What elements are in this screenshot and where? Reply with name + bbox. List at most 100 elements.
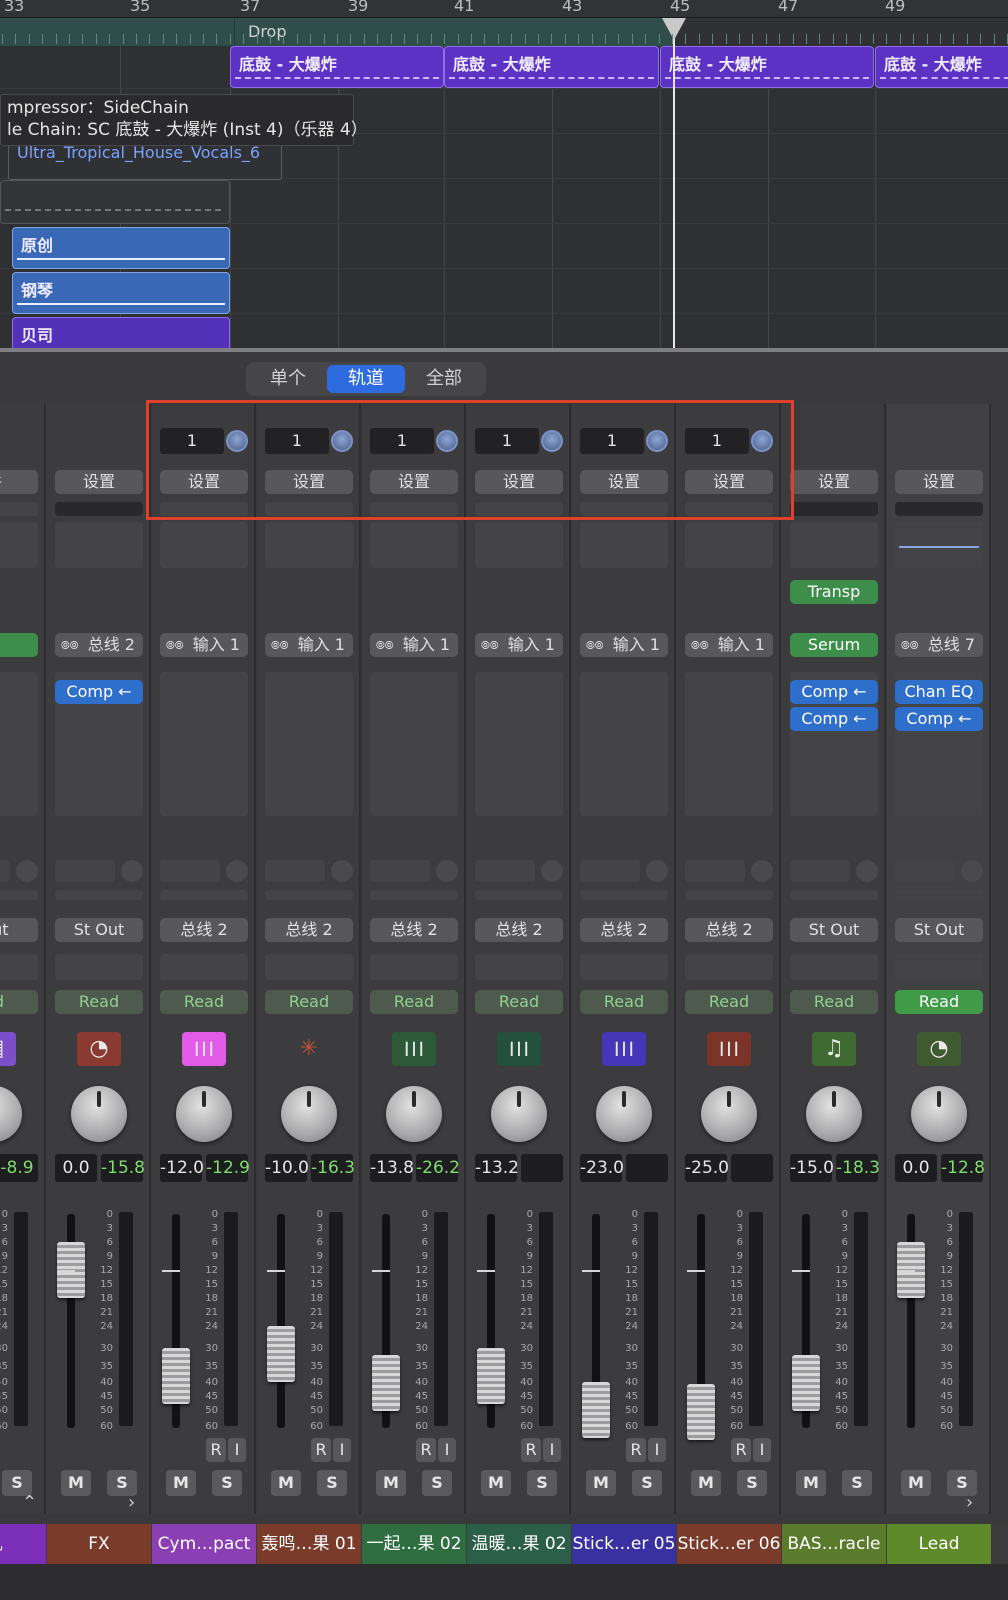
send-knob[interactable] xyxy=(436,430,458,452)
automation-mode[interactable]: Read xyxy=(160,990,248,1014)
send-knob[interactable] xyxy=(541,860,563,882)
scroll-right-icon[interactable]: › xyxy=(966,1492,973,1513)
waveform-icon[interactable]: ┃┃┃ xyxy=(602,1032,646,1066)
waveform-icon[interactable]: ┃┃┃ xyxy=(707,1032,751,1066)
view-tab-2[interactable]: 全部 xyxy=(405,365,483,393)
send-level-field[interactable]: 1 xyxy=(160,428,224,454)
input-monitor-button[interactable]: I xyxy=(228,1438,246,1462)
burst-icon[interactable]: ✳ xyxy=(287,1032,331,1066)
volume-fader[interactable] xyxy=(267,1326,295,1382)
output-slot[interactable]: 总线 2 xyxy=(475,918,563,942)
send-knob[interactable] xyxy=(751,860,773,882)
pan-knob[interactable] xyxy=(176,1086,232,1142)
bass-region[interactable]: 贝司 xyxy=(12,317,230,351)
track-name[interactable]: 一起…果 02 xyxy=(362,1524,466,1564)
output-slot[interactable]: St Out xyxy=(790,918,878,942)
track-name[interactable]: BAS…racle xyxy=(782,1524,886,1564)
send-slot[interactable] xyxy=(370,860,430,882)
instrument-slot[interactable]: Serum xyxy=(790,633,878,657)
record-enable-button[interactable]: R xyxy=(731,1438,751,1462)
drum-region[interactable]: 底鼓 - 大爆炸 xyxy=(660,46,874,88)
waveform-icon[interactable]: ┃┃┃ xyxy=(182,1032,226,1066)
output-slot[interactable]: Out xyxy=(0,918,38,942)
group-slot[interactable] xyxy=(475,954,563,980)
eq-strip[interactable] xyxy=(685,502,773,516)
output-slot[interactable]: 总线 2 xyxy=(370,918,458,942)
send-slot-empty[interactable] xyxy=(0,890,38,900)
track-name[interactable]: FX xyxy=(47,1524,151,1564)
group-slot[interactable] xyxy=(55,954,143,980)
automation-mode[interactable]: ad xyxy=(0,990,38,1014)
eq-display[interactable] xyxy=(265,522,353,568)
record-enable-button[interactable]: R xyxy=(521,1438,541,1462)
output-slot[interactable]: 总线 2 xyxy=(265,918,353,942)
pan-knob[interactable] xyxy=(806,1086,862,1142)
track-name[interactable]: 轰鸣…果 01 xyxy=(257,1524,361,1564)
track-name[interactable]: 温暖…果 02 xyxy=(467,1524,571,1564)
group-slot[interactable] xyxy=(685,954,773,980)
send-slot-empty[interactable] xyxy=(895,890,983,900)
automation-mode[interactable]: Read xyxy=(265,990,353,1014)
output-slot[interactable]: 总线 2 xyxy=(580,918,668,942)
group-slot[interactable] xyxy=(160,954,248,980)
group-slot[interactable] xyxy=(580,954,668,980)
input-slot[interactable]: ⦾⦾ 输入 1 xyxy=(475,633,563,657)
pan-knob[interactable] xyxy=(596,1086,652,1142)
view-tab-0[interactable]: 单个 xyxy=(249,365,327,393)
input-slot[interactable]: ⦾⦾ 输入 1 xyxy=(685,633,773,657)
audio-fx-slot[interactable]: Comp ← xyxy=(895,707,983,731)
send-knob[interactable] xyxy=(331,860,353,882)
automation-mode[interactable]: Read xyxy=(790,990,878,1014)
group-slot[interactable] xyxy=(895,954,983,980)
mute-button[interactable]: M xyxy=(376,1470,406,1496)
send-knob[interactable] xyxy=(646,860,668,882)
pan-knob[interactable] xyxy=(911,1086,967,1142)
input-slot[interactable]: ⦾⦾ 输入 1 xyxy=(265,633,353,657)
waveform-icon[interactable]: ┃┃┃ xyxy=(392,1032,436,1066)
send-knob[interactable] xyxy=(646,430,668,452)
eq-display[interactable] xyxy=(580,522,668,568)
vocal-region[interactable]: Ultra_Tropical_House_Vocals_6 xyxy=(8,140,282,180)
send-knob[interactable] xyxy=(436,860,458,882)
send-slot-empty[interactable] xyxy=(685,890,773,900)
output-slot[interactable]: St Out xyxy=(55,918,143,942)
automation-mode[interactable]: Read xyxy=(580,990,668,1014)
pan-knob[interactable] xyxy=(0,1086,22,1142)
setting-button[interactable]: 件 xyxy=(0,470,38,494)
group-slot[interactable] xyxy=(370,954,458,980)
pan-knob[interactable] xyxy=(386,1086,442,1142)
record-enable-button[interactable]: R xyxy=(206,1438,226,1462)
playhead-handle[interactable] xyxy=(662,18,686,40)
setting-button[interactable]: 设置 xyxy=(370,470,458,494)
pan-knob[interactable] xyxy=(491,1086,547,1142)
audio-fx-area[interactable] xyxy=(580,672,668,816)
send-slot-empty[interactable] xyxy=(580,890,668,900)
audio-fx-area[interactable] xyxy=(370,672,458,816)
timer-icon[interactable]: ◔ xyxy=(917,1032,961,1066)
setting-button[interactable]: 设置 xyxy=(580,470,668,494)
record-enable-button[interactable]: R xyxy=(416,1438,436,1462)
send-knob[interactable] xyxy=(856,860,878,882)
input-slot[interactable]: ⦾⦾ 输入 1 xyxy=(160,633,248,657)
scroll-right-icon[interactable]: › xyxy=(128,1492,135,1513)
send-knob[interactable] xyxy=(541,430,563,452)
mute-button[interactable]: M xyxy=(481,1470,511,1496)
send-knob[interactable] xyxy=(121,860,143,882)
volume-fader[interactable] xyxy=(687,1384,715,1440)
output-slot[interactable]: 总线 2 xyxy=(685,918,773,942)
eq-display[interactable] xyxy=(475,522,563,568)
audio-fx-area[interactable] xyxy=(475,672,563,816)
output-slot[interactable]: 总线 2 xyxy=(160,918,248,942)
record-enable-button[interactable]: R xyxy=(626,1438,646,1462)
input-slot[interactable]: ⦾⦾ 输入 1 xyxy=(580,633,668,657)
eq-display[interactable] xyxy=(55,522,143,568)
input-slot[interactable]: ⦾⦾ 总线 7 xyxy=(895,633,983,657)
mute-button[interactable]: M xyxy=(901,1470,931,1496)
send-slot-empty[interactable] xyxy=(265,890,353,900)
solo-button[interactable]: S xyxy=(527,1470,557,1496)
automation-mode[interactable]: Read xyxy=(475,990,563,1014)
setting-button[interactable]: 设置 xyxy=(160,470,248,494)
send-knob[interactable] xyxy=(751,430,773,452)
send-slot[interactable] xyxy=(0,860,10,882)
pan-knob[interactable] xyxy=(71,1086,127,1142)
